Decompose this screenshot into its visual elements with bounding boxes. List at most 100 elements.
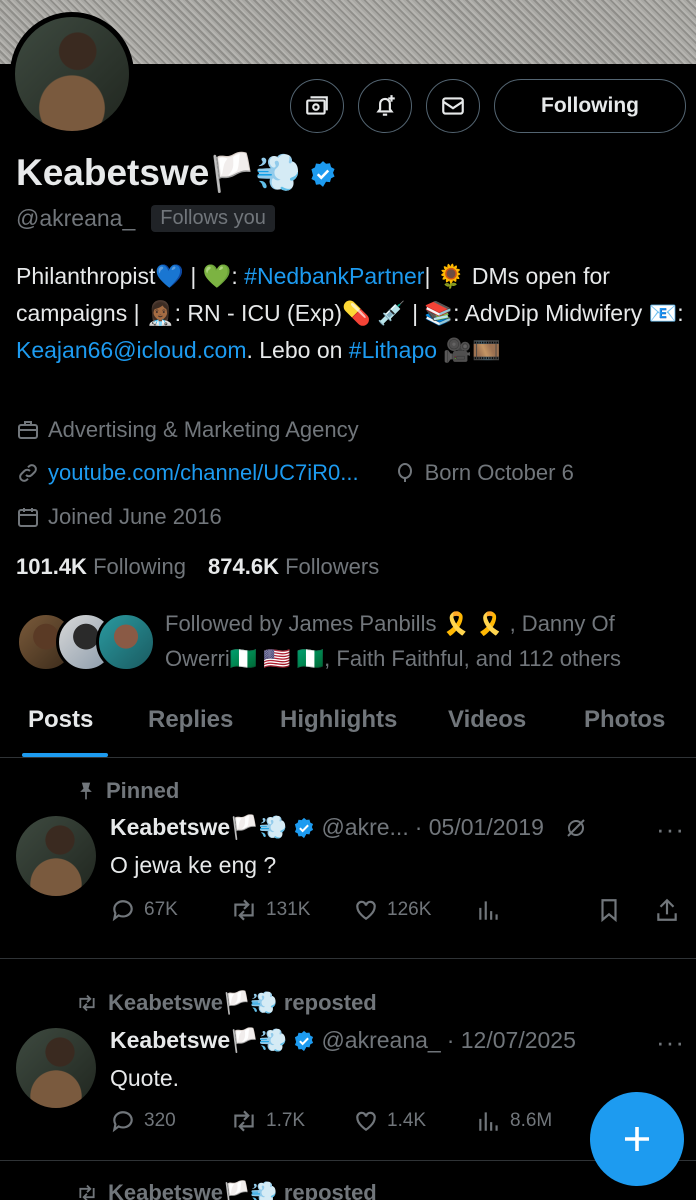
verified-badge-icon (309, 160, 337, 188)
following-stat[interactable]: 101.4K Following (16, 554, 186, 580)
post-header: Keabetswe🏳️💨 @akreana_ · 12/07/2025 (110, 1027, 576, 1054)
post-context: Keabetswe🏳️💨 reposted (76, 990, 377, 1016)
views-button[interactable]: 8.6M (476, 1108, 552, 1134)
message-button[interactable] (426, 79, 480, 133)
birthday-label: Born October 6 (424, 460, 574, 485)
share-icon (657, 898, 677, 921)
hashtag-link[interactable]: #NedbankPartner (244, 263, 424, 289)
profile-joined: Joined June 2016 (16, 504, 222, 530)
verified-badge-icon (295, 1030, 314, 1051)
like-count: 1.4K (387, 1110, 427, 1131)
balloon-icon (397, 463, 412, 482)
following-button[interactable]: Following (494, 79, 686, 133)
post-date: · 12/07/2025 (446, 1027, 576, 1053)
heart-icon (356, 1111, 376, 1131)
post-actions: 67K 131K 126K (110, 897, 686, 927)
repost-icon (234, 1110, 254, 1132)
pinned-label: Pinned (106, 778, 180, 803)
hashtag-link[interactable]: #Lithapo (349, 337, 437, 363)
follow-stats: 101.4K Following 874.6K Followers (16, 554, 379, 580)
profile-bio: Philanthropist💙 | 💚: #NedbankPartner| 🌻 … (16, 258, 686, 369)
repost-count: 1.7K (266, 1110, 306, 1131)
reply-button[interactable]: 67K (110, 897, 178, 923)
bio-text: Philanthropist💙 | 💚: (16, 263, 245, 289)
website-link[interactable]: youtube.com/channel/UC7iR0... (48, 460, 359, 486)
repost-button[interactable]: 1.7K (230, 1108, 305, 1134)
grok-icon[interactable] (564, 816, 588, 840)
envelope-icon (442, 97, 464, 115)
money-icon (306, 96, 328, 115)
post-header: Keabetswe🏳️💨 @akre... · 05/01/2019 (110, 814, 588, 841)
post-author-name[interactable]: Keabetswe🏳️💨 (110, 1027, 287, 1054)
reply-icon (112, 900, 133, 922)
followers-count: 874.6K (208, 554, 279, 579)
verified-badge-icon (295, 817, 314, 838)
post-context: Keabetswe🏳️💨 reposted (76, 1180, 377, 1200)
followers-stat[interactable]: 874.6K Followers (208, 554, 379, 580)
following-label: Following (93, 554, 187, 579)
post-text: O jewa ke eng ? (110, 852, 277, 878)
followers-label: Followers (285, 554, 380, 579)
followed-by-text[interactable]: Followed by James Panbills 🎗️ 🎗️ , Danny… (165, 606, 685, 676)
bio-text: 🎥🎞️ (437, 337, 501, 363)
tab-highlights[interactable]: Highlights (280, 706, 397, 734)
active-tab-indicator (22, 753, 108, 757)
views-count: 8.6M (510, 1110, 553, 1131)
reply-button[interactable]: 320 (110, 1108, 176, 1134)
profile-links-row: youtube.com/channel/UC7iR0... Born Octob… (16, 460, 574, 486)
reposted-label: Keabetswe🏳️💨 reposted (108, 1180, 377, 1200)
tab-photos[interactable]: Photos (584, 706, 665, 734)
tab-replies[interactable]: Replies (148, 706, 233, 734)
tab-posts[interactable]: Posts (28, 706, 93, 734)
tab-videos[interactable]: Videos (448, 706, 526, 734)
repost-button[interactable]: 131K (230, 897, 310, 923)
handle-row: @akreana_ Follows you (16, 205, 275, 232)
more-options-icon[interactable]: ··· (656, 1027, 685, 1058)
repost-icon (234, 899, 254, 921)
like-button[interactable]: 126K (353, 897, 431, 923)
bookmark-button[interactable] (596, 897, 622, 923)
profile-avatar[interactable] (10, 12, 134, 136)
views-button[interactable] (476, 897, 502, 923)
plus-icon (625, 1127, 649, 1151)
pin-icon (80, 782, 92, 800)
profile-handle: @akreana_ (16, 205, 136, 231)
post-author-handle: @akreana_ (321, 1027, 441, 1053)
analytics-icon (479, 901, 498, 920)
reposted-label: Keabetswe🏳️💨 reposted (108, 990, 377, 1015)
reply-count: 67K (144, 899, 178, 920)
bell-plus-icon (376, 95, 395, 116)
display-name: Keabetswe🏳️💨 (16, 152, 302, 193)
post-divider (0, 1160, 696, 1161)
calendar-icon (18, 508, 38, 527)
bio-text: . Lebo on (246, 337, 349, 363)
reply-count: 320 (144, 1110, 176, 1131)
email-link[interactable]: Keajan66@icloud.com (16, 337, 246, 363)
bookmark-icon (601, 899, 617, 923)
more-options-icon[interactable]: ··· (656, 814, 685, 845)
repost-count: 131K (266, 899, 311, 920)
post-divider (0, 958, 696, 959)
follower-avatar[interactable] (96, 612, 156, 672)
share-button[interactable] (654, 897, 680, 923)
post-date: · 05/01/2019 (414, 814, 544, 840)
post-text: Quote. (110, 1065, 180, 1091)
post-author-name[interactable]: Keabetswe🏳️💨 (110, 814, 287, 841)
repost-icon (79, 1184, 95, 1200)
notifications-button[interactable] (358, 79, 412, 133)
post-author-handle: @akre... (321, 814, 409, 840)
category-label: Advertising & Marketing Agency (48, 417, 359, 442)
link-icon (19, 464, 37, 482)
post-avatar[interactable] (16, 1028, 96, 1108)
subscribe-button[interactable] (290, 79, 344, 133)
compose-post-button[interactable] (590, 1092, 684, 1186)
heart-icon (356, 900, 376, 920)
following-count: 101.4K (16, 554, 87, 579)
briefcase-icon (18, 421, 38, 439)
post-avatar[interactable] (16, 816, 96, 896)
profile-name: Keabetswe🏳️💨 (16, 152, 337, 195)
analytics-icon (479, 1112, 498, 1131)
profile-tabs: Posts Replies Highlights Videos Photos (0, 690, 696, 758)
like-button[interactable]: 1.4K (353, 1108, 426, 1134)
profile-category: Advertising & Marketing Agency (16, 417, 359, 443)
